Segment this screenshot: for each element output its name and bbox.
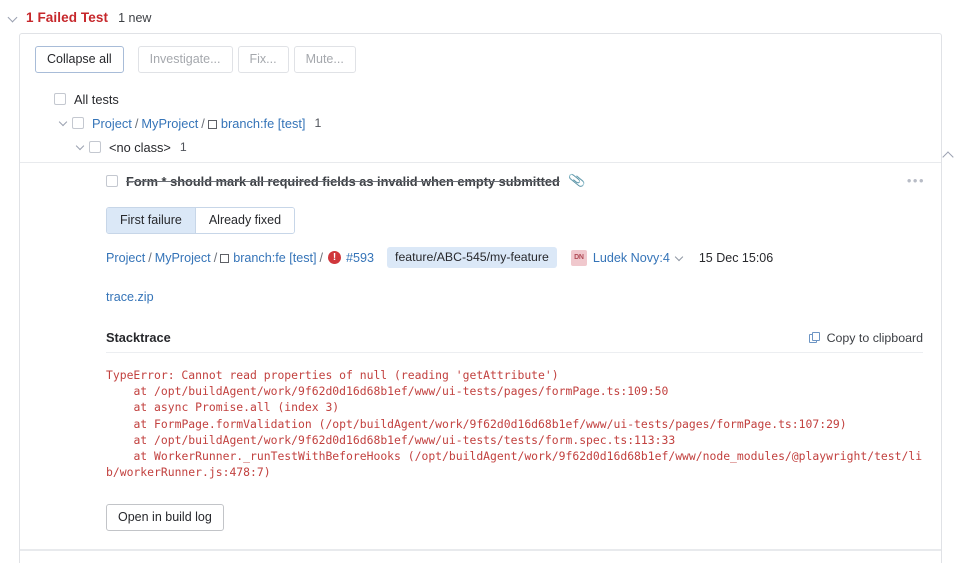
failure-tabs: First failure Already fixed	[106, 207, 296, 234]
copy-to-clipboard-button[interactable]: Copy to clipboard	[808, 330, 923, 345]
trace-zip-link[interactable]: trace.zip	[106, 290, 154, 304]
class-twisty-icon[interactable]	[73, 139, 89, 155]
tab-first-failure[interactable]: First failure	[107, 208, 196, 233]
mute-button[interactable]: Mute...	[293, 46, 356, 73]
test-detail-panel: Form * should mark all required fields a…	[20, 162, 941, 551]
build-timestamp: 15 Dec 15:06	[698, 250, 774, 265]
project-link[interactable]: Project	[92, 116, 132, 131]
tree-row-all-tests[interactable]: All tests	[20, 87, 941, 111]
failed-tests-header: 1 Failed Test 1 new	[0, 0, 960, 33]
meta-subproject-link[interactable]: MyProject	[155, 251, 211, 265]
test-name[interactable]: Form * should mark all required fields a…	[126, 174, 560, 189]
project-twisty-icon[interactable]	[56, 115, 72, 131]
test-detail-header: Form * should mark all required fields a…	[20, 163, 941, 195]
tests-tree: All tests Project / MyProject / branch:f…	[20, 83, 941, 551]
stacktrace-text: TypeError: Cannot read properties of nul…	[106, 368, 923, 480]
class-test-count: 1	[179, 140, 187, 154]
meta-sep-3: /	[319, 250, 324, 265]
test-checkbox[interactable]	[106, 175, 118, 187]
build-config-icon	[207, 119, 217, 129]
new-tests-count: 1 new	[118, 10, 152, 25]
copy-icon	[808, 331, 821, 344]
tree-row-project[interactable]: Project / MyProject / branch:fe [test] 1	[20, 111, 941, 135]
breadcrumb-sep-1: /	[134, 115, 139, 131]
build-meta-row: Project / MyProject / branch:fe [test] /…	[106, 247, 941, 268]
all-tests-checkbox[interactable]	[54, 93, 66, 105]
meta-sep-1: /	[148, 250, 152, 265]
error-circle-icon: !	[328, 251, 341, 264]
tests-footer: ✓ 744 passed tests ☲ 17 ignored tests Al…	[20, 550, 941, 563]
artifact-row: trace.zip	[106, 290, 941, 304]
class-label: <no class>	[109, 139, 171, 155]
copy-to-clipboard-label: Copy to clipboard	[826, 330, 923, 345]
class-checkbox[interactable]	[89, 141, 101, 153]
build-config-link[interactable]: branch:fe [test]	[221, 116, 306, 131]
open-build-log-row: Open in build log	[106, 504, 941, 532]
build-number-link[interactable]: #593	[346, 251, 374, 265]
meta-sep-2: /	[213, 250, 218, 265]
tests-card: Collapse all Investigate... Fix... Mute.…	[19, 33, 942, 563]
breadcrumb-sep-2: /	[201, 115, 205, 131]
project-checkbox[interactable]	[72, 117, 84, 129]
meta-build-config-link[interactable]: branch:fe [test]	[233, 251, 316, 265]
subproject-link[interactable]: MyProject	[141, 116, 198, 131]
page-title: 1 Failed Test	[26, 10, 109, 25]
project-test-count: 1	[314, 116, 322, 130]
meta-project-link[interactable]: Project	[106, 251, 145, 265]
tests-toolbar: Collapse all Investigate... Fix... Mute.…	[20, 34, 941, 83]
user-link[interactable]: Ludek Novy:4	[593, 251, 670, 265]
all-tests-label: All tests	[74, 91, 119, 107]
paperclip-icon[interactable]: 📎	[568, 172, 587, 191]
investigate-button[interactable]: Investigate...	[137, 46, 233, 73]
stacktrace-title: Stacktrace	[106, 330, 171, 345]
chevron-down-icon[interactable]	[675, 253, 685, 263]
open-in-build-log-button[interactable]: Open in build log	[106, 504, 224, 532]
build-config-icon	[220, 254, 230, 263]
avatar: DN	[570, 249, 587, 266]
tree-row-class[interactable]: <no class> 1	[20, 135, 941, 159]
stacktrace-header: Stacktrace Copy to clipboard	[106, 330, 923, 353]
chevron-up-icon[interactable]	[942, 148, 956, 162]
failed-tests-page: 1 Failed Test 1 new Collapse all Investi…	[0, 0, 960, 563]
more-menu-icon[interactable]: •••	[907, 173, 925, 188]
collapse-all-button[interactable]: Collapse all	[35, 46, 124, 73]
tab-already-fixed[interactable]: Already fixed	[195, 208, 295, 233]
branch-chip[interactable]: feature/ABC-545/my-feature	[387, 247, 557, 268]
fix-button[interactable]: Fix...	[237, 46, 289, 73]
chevron-down-icon[interactable]	[8, 12, 20, 24]
